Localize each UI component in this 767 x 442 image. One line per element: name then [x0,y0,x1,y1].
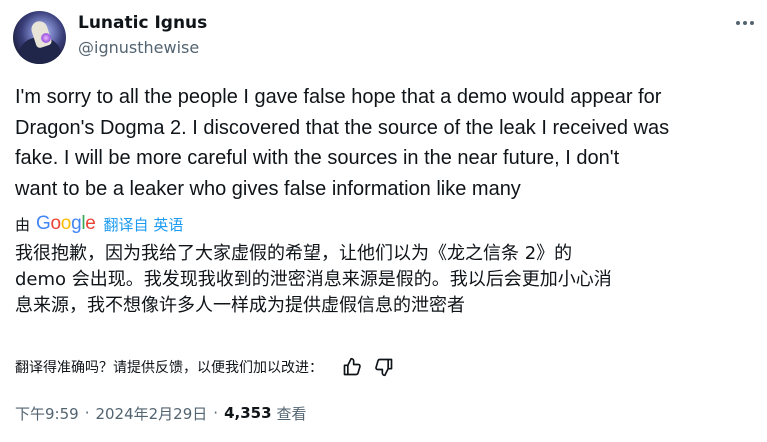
tweet-meta: 下午9:59 · 2024年2月29日 · 4,353 查看 [15,401,307,425]
translated-text: 我很抱歉，因为我给了大家虚假的希望，让他们以为《龙之信条 2》的 demo 会出… [15,243,612,316]
thumbs-down-icon [375,358,393,377]
translated-from-link[interactable]: 翻译自 英语 [104,214,184,235]
user-handle[interactable]: @ignusthewise [78,37,199,58]
display-name[interactable]: Lunatic Ignus [78,12,207,34]
tweet-text: I'm sorry to all the people I gave false… [15,86,670,200]
feedback-prompt: 翻译得准确吗？请提供反馈，以便我们加以改进： [15,360,323,376]
tweet-date[interactable]: 2024年2月29日 [95,403,207,424]
meta-separator: · [213,404,219,422]
views-count: 4,353 [224,404,272,422]
translation-feedback: 翻译得准确吗？请提供反馈，以便我们加以改进： [15,354,403,380]
tweet-time[interactable]: 下午9:59 [15,403,79,424]
avatar[interactable] [13,11,66,64]
thumbs-down-button[interactable] [371,354,397,380]
more-icon-dot [743,21,747,25]
translated-by-label: 由 [15,215,31,234]
views-label: 查看 [276,404,307,423]
more-options-button[interactable] [728,10,762,36]
google-logo: Google [36,213,96,234]
translation-attribution: 由 Google 翻译自 英语 [15,211,183,237]
more-icon-dot [750,21,754,25]
thumbs-up-button[interactable] [339,354,365,380]
more-icon [736,21,740,25]
thumbs-up-icon [343,357,361,376]
meta-separator: · [84,404,90,422]
tweet: Lunatic Ignus @ignusthewise I'm sorry to… [0,0,767,442]
avatar-glow-shape [41,33,51,43]
